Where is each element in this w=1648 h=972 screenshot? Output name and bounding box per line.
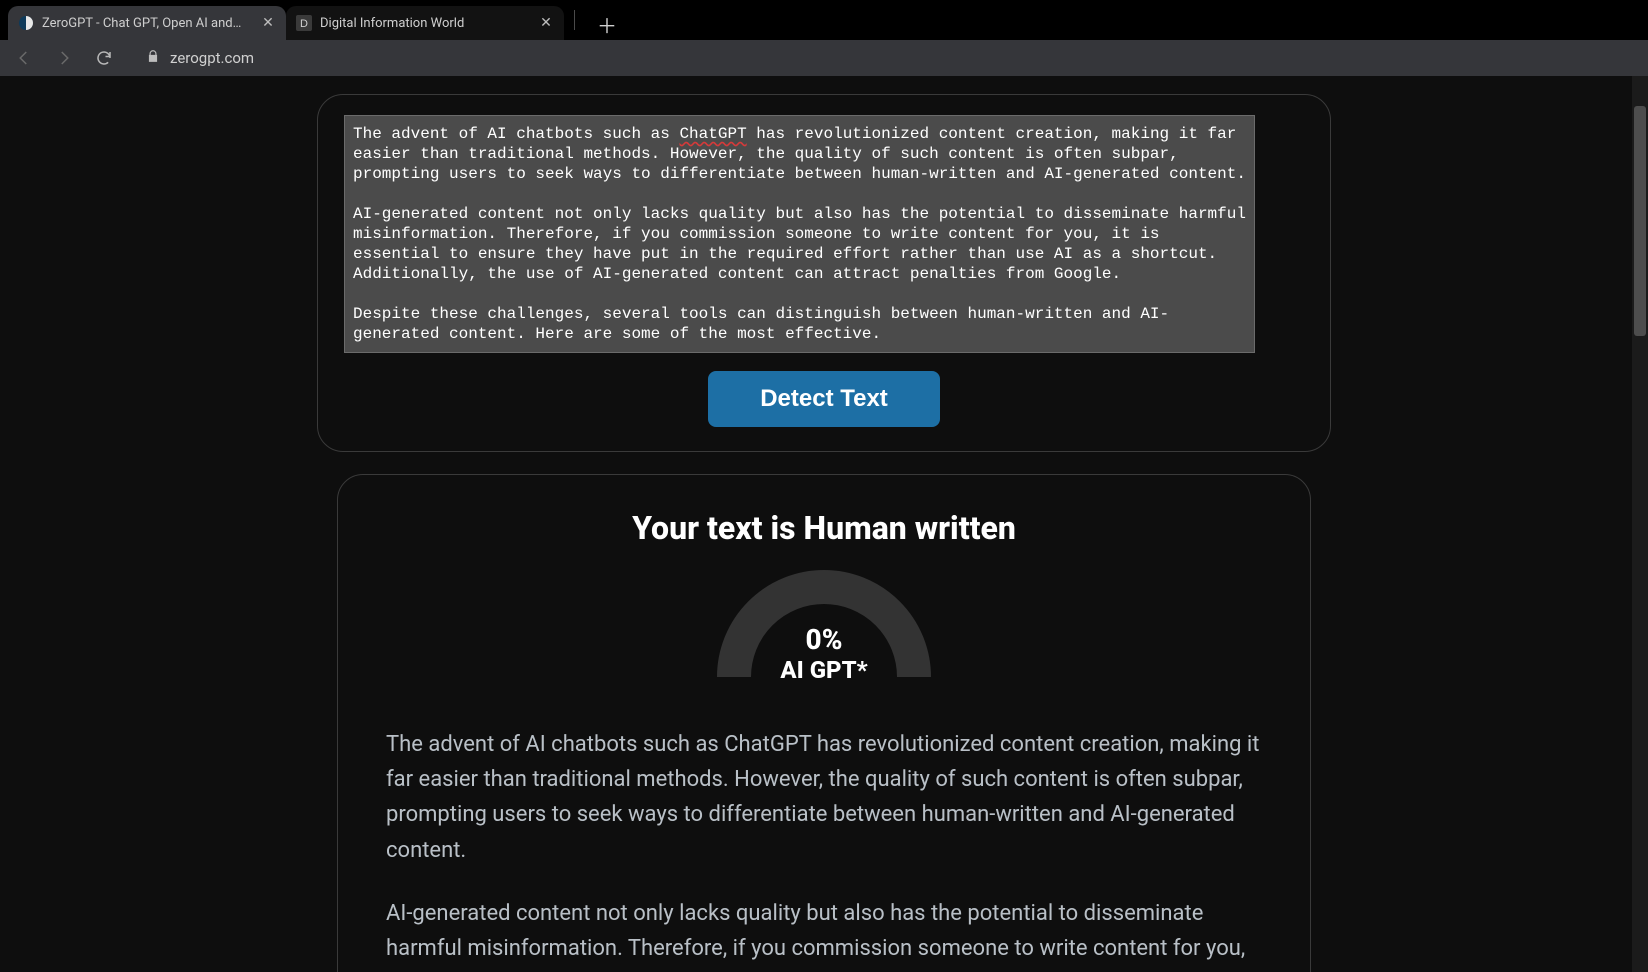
back-button[interactable] bbox=[10, 44, 38, 72]
new-tab-button[interactable]: ＋ bbox=[593, 10, 621, 38]
scrollbar-thumb[interactable] bbox=[1634, 106, 1646, 336]
browser-tab[interactable]: D Digital Information World ✕ bbox=[286, 6, 564, 40]
close-icon[interactable]: ✕ bbox=[538, 15, 554, 31]
close-icon[interactable]: ✕ bbox=[260, 15, 276, 31]
detector-textarea[interactable]: The advent of AI chatbots such as ChatGP… bbox=[344, 115, 1255, 353]
result-card: Your text is Human written 0% AI GPT* Th… bbox=[337, 474, 1311, 972]
zerogpt-favicon bbox=[18, 15, 34, 31]
forward-button[interactable] bbox=[50, 44, 78, 72]
url-text: zerogpt.com bbox=[170, 49, 254, 67]
gauge-sublabel: AI GPT* bbox=[714, 656, 934, 684]
result-heading: Your text is Human written bbox=[386, 509, 1262, 547]
page-content: The advent of AI chatbots such as ChatGP… bbox=[0, 76, 1648, 972]
result-paragraph: AI-generated content not only lacks qual… bbox=[386, 896, 1262, 972]
browser-toolbar: zerogpt.com bbox=[0, 40, 1648, 76]
lock-icon bbox=[146, 49, 160, 67]
input-card: The advent of AI chatbots such as ChatGP… bbox=[317, 94, 1331, 452]
gauge-percent: 0% bbox=[714, 623, 934, 656]
scrollbar-track[interactable] bbox=[1632, 76, 1648, 972]
spellcheck-underline: ChatGPT bbox=[679, 125, 746, 143]
tab-title: Digital Information World bbox=[320, 16, 532, 31]
result-body: The advent of AI chatbots such as ChatGP… bbox=[386, 727, 1262, 972]
tab-title: ZeroGPT - Chat GPT, Open AI and… bbox=[42, 16, 254, 31]
browser-tab-active[interactable]: ZeroGPT - Chat GPT, Open AI and… ✕ bbox=[8, 6, 286, 40]
diw-favicon: D bbox=[296, 15, 312, 31]
detect-text-button[interactable]: Detect Text bbox=[708, 371, 940, 427]
gauge: 0% AI GPT* bbox=[714, 567, 934, 687]
result-paragraph: The advent of AI chatbots such as ChatGP… bbox=[386, 727, 1262, 868]
reload-button[interactable] bbox=[90, 44, 118, 72]
svg-text:D: D bbox=[300, 18, 308, 30]
address-bar[interactable]: zerogpt.com bbox=[134, 43, 266, 73]
tab-divider bbox=[574, 10, 575, 30]
tab-strip: ZeroGPT - Chat GPT, Open AI and… ✕ D Dig… bbox=[0, 0, 1648, 40]
